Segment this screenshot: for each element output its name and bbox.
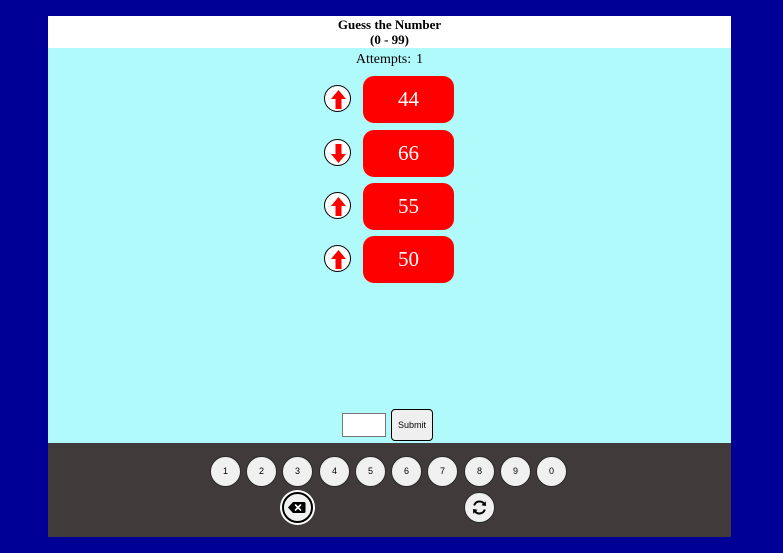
submit-button[interactable]: Submit: [391, 409, 433, 441]
guess-row: 66: [323, 130, 455, 178]
key-1[interactable]: 1: [210, 456, 241, 487]
key-0[interactable]: 0: [536, 456, 567, 487]
game-window: Guess the Number (0 - 99) Attempts: 1 44 …: [48, 16, 731, 537]
key-2[interactable]: 2: [246, 456, 277, 487]
game-header: Guess the Number (0 - 99): [48, 16, 731, 48]
number-keypad: 1 2 3 4 5 6 7 8 9 0: [48, 443, 731, 537]
key-8[interactable]: 8: [464, 456, 495, 487]
key-5[interactable]: 5: [355, 456, 386, 487]
key-7[interactable]: 7: [427, 456, 458, 487]
key-6[interactable]: 6: [391, 456, 422, 487]
reset-button[interactable]: [464, 492, 495, 523]
key-4[interactable]: 4: [319, 456, 350, 487]
game-title: Guess the Number: [337, 17, 442, 32]
attempts-label: Attempts:: [355, 52, 412, 67]
arrow-up-icon: [324, 85, 351, 112]
key-3[interactable]: 3: [282, 456, 313, 487]
key-9[interactable]: 9: [500, 456, 531, 487]
guess-input[interactable]: [342, 413, 386, 437]
number-range: (0 - 99): [370, 32, 409, 47]
backspace-button[interactable]: [282, 492, 313, 523]
guess-value: 55: [363, 183, 454, 230]
guess-row: 55: [323, 183, 455, 231]
attempts-value: 1: [416, 52, 424, 67]
guess-row: 50: [323, 236, 455, 284]
attempts-counter: Attempts: 1: [48, 52, 731, 68]
backspace-icon: [288, 502, 306, 513]
refresh-icon: [473, 500, 486, 515]
guess-value: 50: [363, 236, 454, 283]
guess-value: 66: [363, 130, 454, 177]
guess-value: 44: [363, 76, 454, 123]
arrow-down-icon: [324, 139, 351, 166]
arrow-up-icon: [324, 245, 351, 272]
guess-row: 44: [323, 76, 455, 124]
arrow-up-icon: [324, 192, 351, 219]
